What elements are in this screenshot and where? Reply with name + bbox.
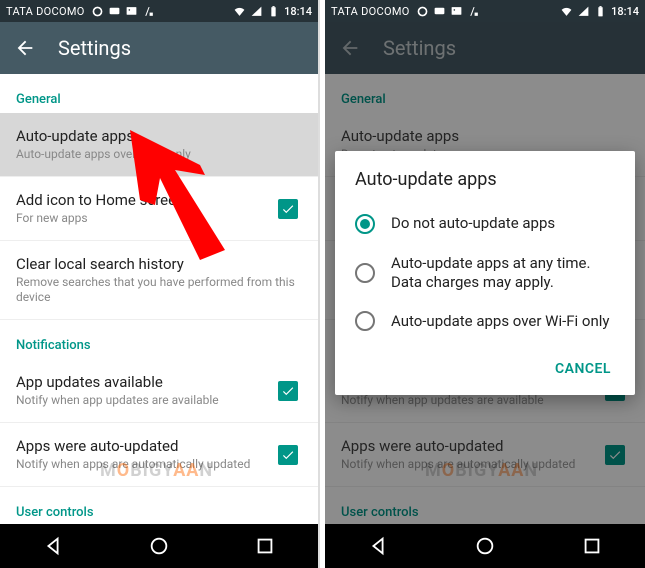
signal-icon [250,5,263,18]
dialog-options: Do not auto-update apps Auto-update apps… [335,200,635,346]
nav-home-icon[interactable] [148,535,170,557]
radio-label: Auto-update apps over Wi-Fi only [391,312,610,331]
app-icon [467,5,480,18]
android-status-bar: TATA DOCOMO 18:14 [325,0,645,22]
battery-icon [594,5,607,18]
radio-option-wifi-only[interactable]: Auto-update apps over Wi-Fi only [335,301,635,341]
android-nav-bar [325,524,645,568]
screenshot-settings-list: TATA DOCOMO 18:14 Settings General Auto-… [0,0,320,568]
dialog-scrim[interactable]: Auto-update apps Do not auto-update apps… [325,22,645,524]
item-clear-search-history[interactable]: Clear local search history Remove search… [0,241,318,320]
nav-back-icon[interactable] [367,535,389,557]
section-header-general: General [0,74,318,113]
radio-label: Auto-update apps at any time. Data charg… [391,254,615,292]
item-add-icon-home[interactable]: Add icon to Home screen For new apps [0,177,318,241]
message-icon [433,5,446,18]
carrier-label: TATA DOCOMO [331,5,410,18]
app-bar-title: Settings [58,36,131,60]
checkbox[interactable] [274,195,302,223]
app-bar: Settings [0,22,318,74]
nav-recent-icon[interactable] [581,535,603,557]
android-status-bar: TATA DOCOMO 18:14 [0,0,318,22]
item-title: Clear local search history [16,255,302,273]
item-title: App updates available [16,373,274,391]
android-nav-bar [0,524,318,568]
radio-icon [355,263,375,283]
item-auto-update-apps[interactable]: Auto-update apps Auto-update apps over W… [0,113,318,177]
back-arrow-icon[interactable] [14,37,36,59]
radio-option-do-not-update[interactable]: Do not auto-update apps [335,204,635,244]
screenshot-auto-update-dialog: TATA DOCOMO 18:14 Settings General Auto-… [325,0,645,568]
cancel-button[interactable]: CANCEL [545,355,621,383]
radio-icon [355,214,375,234]
battery-icon [267,5,280,18]
carrier-label: TATA DOCOMO [6,5,85,18]
item-subtitle: Auto-update apps over Wi-Fi only [16,147,302,162]
app-icon [142,5,155,18]
radio-label: Do not auto-update apps [391,214,555,233]
image-icon [450,5,463,18]
auto-update-dialog: Auto-update apps Do not auto-update apps… [335,151,635,396]
item-title: Add icon to Home screen [16,191,274,209]
message-icon [108,5,121,18]
checkbox[interactable] [274,377,302,405]
item-subtitle: For new apps [16,211,274,226]
watermark: MOBIGYAAN [100,460,213,481]
item-title: Apps were auto-updated [16,437,274,455]
whatsapp-icon [91,5,104,18]
image-icon [125,5,138,18]
radio-option-any-time[interactable]: Auto-update apps at any time. Data charg… [335,244,635,302]
nav-recent-icon[interactable] [254,535,276,557]
wifi-icon [233,5,246,18]
radio-icon [355,311,375,331]
item-app-updates-available[interactable]: App updates available Notify when app up… [0,359,318,423]
checkbox[interactable] [274,441,302,469]
signal-icon [577,5,590,18]
item-subtitle: Notify when app updates are available [16,393,274,408]
nav-back-icon[interactable] [42,535,64,557]
settings-list: General Auto-update apps Auto-update app… [0,74,318,524]
nav-home-icon[interactable] [474,535,496,557]
section-header-notifications: Notifications [0,320,318,359]
whatsapp-icon [416,5,429,18]
item-title: Auto-update apps [16,127,302,145]
wifi-icon [560,5,573,18]
item-subtitle: Remove searches that you have performed … [16,275,302,305]
section-header-user-controls: User controls [0,487,318,524]
status-clock: 18:14 [611,5,639,18]
status-clock: 18:14 [284,5,312,18]
check-icon [278,199,298,219]
check-icon [278,381,298,401]
dialog-title: Auto-update apps [335,151,635,200]
check-icon [278,445,298,465]
